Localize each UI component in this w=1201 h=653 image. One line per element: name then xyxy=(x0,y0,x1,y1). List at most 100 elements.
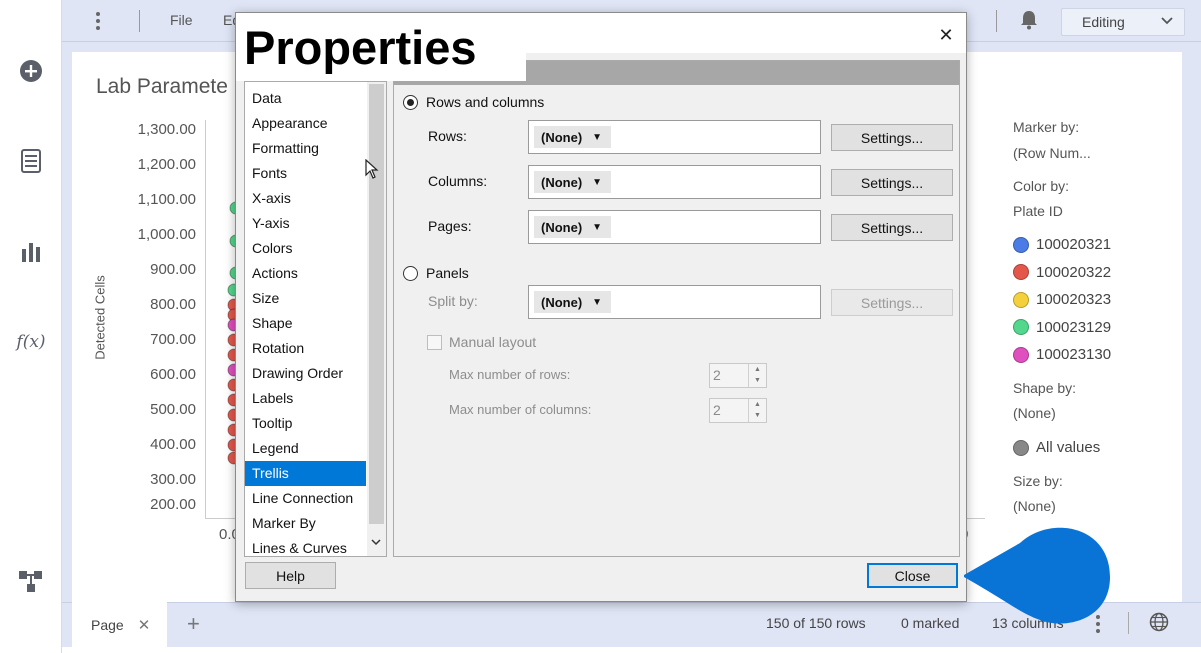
y-tick-label: 700.00 xyxy=(150,331,196,348)
spin-down-icon[interactable]: ▼ xyxy=(749,375,766,386)
page-tab-label: Page xyxy=(91,616,124,633)
legend-item[interactable]: 100023129 xyxy=(1013,319,1111,336)
category-scrollbar[interactable] xyxy=(367,82,386,556)
category-item[interactable]: Colors xyxy=(245,236,366,261)
category-item[interactable]: Data xyxy=(245,86,366,111)
legend-dot xyxy=(1013,319,1029,335)
add-icon[interactable] xyxy=(17,57,45,85)
close-button[interactable]: Close xyxy=(867,563,958,588)
manual-layout-checkbox[interactable] xyxy=(427,335,442,350)
data-table-icon[interactable] xyxy=(17,147,45,175)
chart-title: Lab Paramete xyxy=(96,75,228,98)
columns-field[interactable]: (None) ▼ xyxy=(528,165,821,199)
spin-down-icon[interactable]: ▼ xyxy=(749,410,766,421)
category-item[interactable]: Trellis xyxy=(245,461,366,486)
split-by-field[interactable]: (None) ▼ xyxy=(528,285,821,319)
category-item[interactable]: Size xyxy=(245,286,366,311)
category-item[interactable]: Lines & Curves xyxy=(245,536,366,556)
y-tick-label: 600.00 xyxy=(150,366,196,383)
category-item[interactable]: Rotation xyxy=(245,336,366,361)
panels-radio[interactable] xyxy=(403,266,418,281)
shape-by-value[interactable]: (None) xyxy=(1013,405,1056,421)
legend-item[interactable]: 100020322 xyxy=(1013,264,1111,281)
rows-and-columns-radio[interactable] xyxy=(403,95,418,110)
y-tick-label: 1,000.00 xyxy=(137,226,196,243)
max-rows-label: Max number of rows: xyxy=(449,367,571,382)
scrollbar-thumb[interactable] xyxy=(369,84,384,524)
max-columns-spinner[interactable]: 2 ▲ ▼ xyxy=(709,398,767,423)
category-item[interactable]: Line Connection xyxy=(245,486,366,511)
legend-item[interactable]: 100023130 xyxy=(1013,346,1111,363)
spin-up-icon[interactable]: ▲ xyxy=(749,364,766,375)
marker-by-label: Marker by: xyxy=(1013,119,1080,135)
legend-dot xyxy=(1013,264,1029,280)
rows-field[interactable]: (None) ▼ xyxy=(528,120,821,154)
help-button[interactable]: Help xyxy=(245,562,336,589)
trellis-settings-panel: Rows and columns Rows: (None) ▼ Settings.… xyxy=(393,60,960,557)
category-item[interactable]: Drawing Order xyxy=(245,361,366,386)
file-menu[interactable]: File xyxy=(170,12,193,28)
category-item[interactable]: Shape xyxy=(245,311,366,336)
rows-and-columns-label: Rows and columns xyxy=(426,94,545,110)
category-item[interactable]: Tooltip xyxy=(245,411,366,436)
category-item[interactable]: Labels xyxy=(245,386,366,411)
category-item[interactable]: Legend xyxy=(245,436,366,461)
marker-by-value[interactable]: (Row Num... xyxy=(1013,145,1091,161)
mode-dropdown-value: Editing xyxy=(1082,14,1125,30)
legend-item[interactable]: 100020321 xyxy=(1013,236,1111,253)
bar-chart-icon[interactable] xyxy=(17,237,45,265)
more-menu-icon[interactable] xyxy=(95,11,101,31)
close-tab-icon[interactable]: ✕ xyxy=(138,616,151,634)
globe-icon[interactable] xyxy=(1149,612,1169,632)
shape-by-label: Shape by: xyxy=(1013,380,1077,396)
category-item[interactable]: X-axis xyxy=(245,186,366,211)
color-by-value[interactable]: Plate ID xyxy=(1013,203,1063,219)
category-item[interactable]: Formatting xyxy=(245,136,366,161)
pages-settings-button[interactable]: Settings... xyxy=(831,214,953,241)
legend-dot xyxy=(1013,439,1029,456)
rows-select[interactable]: (None) ▼ xyxy=(534,126,611,148)
size-by-label: Size by: xyxy=(1013,473,1063,489)
y-tick-label: 400.00 xyxy=(150,436,196,453)
legend-item-all-values[interactable]: All values xyxy=(1013,439,1100,456)
spin-up-icon[interactable]: ▲ xyxy=(749,399,766,410)
category-item[interactable]: Fonts xyxy=(245,161,366,186)
split-by-label: Split by: xyxy=(428,293,478,309)
legend-item[interactable]: 100020323 xyxy=(1013,291,1111,308)
manual-layout-label: Manual layout xyxy=(449,334,537,350)
max-columns-label: Max number of columns: xyxy=(449,402,592,417)
columns-select[interactable]: (None) ▼ xyxy=(534,171,611,193)
data-relations-icon[interactable] xyxy=(17,567,45,595)
category-item[interactable]: Actions xyxy=(245,261,366,286)
rows-label: Rows: xyxy=(428,128,467,144)
max-rows-spinner[interactable]: 2 ▲ ▼ xyxy=(709,363,767,388)
pages-select[interactable]: (None) ▼ xyxy=(534,216,611,238)
y-tick-label: 1,200.00 xyxy=(137,156,196,173)
function-icon[interactable]: f(x) xyxy=(16,328,45,356)
size-by-value[interactable]: (None) xyxy=(1013,498,1056,514)
scroll-down-icon[interactable] xyxy=(370,537,382,550)
dropdown-caret-icon: ▼ xyxy=(592,221,603,233)
y-axis-line xyxy=(205,120,206,518)
split-by-settings-button[interactable]: Settings... xyxy=(831,289,953,316)
add-page-icon[interactable]: + xyxy=(187,611,200,637)
category-item[interactable]: Marker By xyxy=(245,511,366,536)
legend-item-label: 100020321 xyxy=(1036,236,1112,253)
category-item[interactable]: Appearance xyxy=(245,111,366,136)
legend-item-label: 100023129 xyxy=(1036,318,1112,336)
category-item[interactable]: Y-axis xyxy=(245,211,366,236)
legend-item-label: 100023130 xyxy=(1036,346,1112,363)
split-by-select[interactable]: (None) ▼ xyxy=(534,291,611,313)
columns-settings-button[interactable]: Settings... xyxy=(831,169,953,196)
rows-settings-button[interactable]: Settings... xyxy=(831,124,953,151)
legend-dot xyxy=(1013,346,1029,363)
notification-bell-icon[interactable] xyxy=(1020,10,1040,32)
legend-item-label: 100020323 xyxy=(1036,291,1112,308)
category-list[interactable]: Data Appearance Formatting Fonts X-axis Y-axi… xyxy=(244,81,387,557)
columns-label: Columns: xyxy=(428,173,488,189)
page-tab[interactable]: Page ✕ xyxy=(72,602,167,647)
toolbar-divider xyxy=(139,10,140,32)
dialog-close-icon[interactable]: ✕ xyxy=(934,23,958,47)
pages-field[interactable]: (None) ▼ xyxy=(528,210,821,244)
mode-dropdown[interactable]: Editing xyxy=(1061,8,1185,36)
